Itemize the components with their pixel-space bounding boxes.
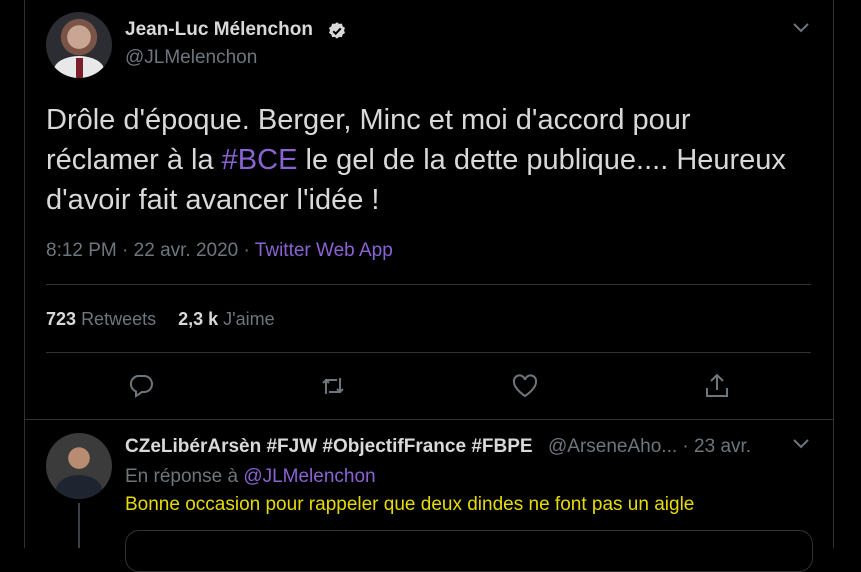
thread-line	[78, 503, 80, 548]
quoted-card[interactable]	[125, 530, 813, 572]
tweet-meta: 8:12 PM · 22 avr. 2020 · Twitter Web App	[46, 240, 393, 262]
share-icon[interactable]	[703, 372, 731, 400]
reply-date[interactable]: 23 avr.	[694, 436, 751, 457]
reply-avatar[interactable]	[46, 433, 112, 499]
tweet-time[interactable]: 8:12 PM	[46, 240, 117, 261]
reply-icon[interactable]	[127, 372, 155, 400]
reply-handle[interactable]: @ArseneAho...	[548, 436, 677, 457]
likes-stat[interactable]: 2,3 k J'aime	[178, 309, 275, 329]
divider	[46, 352, 811, 353]
reply-text: Bonne occasion pour rappeler que deux di…	[125, 494, 695, 515]
tweet-source[interactable]: Twitter Web App	[255, 240, 393, 261]
reply-author-name[interactable]: CZeLibérArsèn #FJW #ObjectifFrance #FBPE	[125, 436, 533, 458]
chevron-down-icon[interactable]	[791, 20, 811, 36]
likes-count: 2,3 k	[178, 309, 219, 329]
tweet-stats: 723 Retweets 2,3 k J'aime	[46, 309, 275, 330]
tweet-date[interactable]: 22 avr. 2020	[134, 240, 239, 261]
chevron-down-icon[interactable]	[791, 436, 811, 452]
tweet-page: Jean-Luc Mélenchon @JLMelenchon Drôle d'…	[0, 0, 861, 572]
reply-author-handle: @ArseneAho... · 23 avr.	[548, 436, 751, 458]
meta-separator-2: ·	[243, 240, 250, 261]
reply-context: En réponse à @JLMelenchon	[125, 466, 376, 488]
verified-badge-icon	[329, 22, 345, 39]
avatar[interactable]	[46, 12, 112, 78]
meta-separator: ·	[122, 240, 129, 261]
divider	[24, 419, 834, 420]
reply-separator: ·	[682, 436, 689, 457]
retweets-stat[interactable]: 723 Retweets	[46, 309, 156, 329]
like-icon[interactable]	[511, 372, 539, 400]
divider	[46, 284, 811, 285]
reply-mention-link[interactable]: @JLMelenchon	[243, 466, 375, 487]
column-border-left	[24, 0, 25, 548]
retweets-count: 723	[46, 309, 77, 329]
author-handle[interactable]: @JLMelenchon	[125, 47, 257, 69]
author-name[interactable]: Jean-Luc Mélenchon	[125, 19, 313, 41]
retweet-icon[interactable]	[319, 372, 347, 400]
hashtag-link[interactable]: #BCE	[222, 144, 298, 176]
tweet-text: Drôle d'époque. Berger, Minc et moi d'ac…	[46, 100, 806, 220]
reply-avatar-body	[56, 475, 102, 499]
retweets-label: Retweets	[81, 309, 157, 329]
avatar-tie	[76, 58, 83, 78]
column-border-right	[833, 0, 834, 548]
likes-label: J'aime	[223, 309, 275, 329]
in-reply-prefix: En réponse à	[125, 466, 239, 487]
